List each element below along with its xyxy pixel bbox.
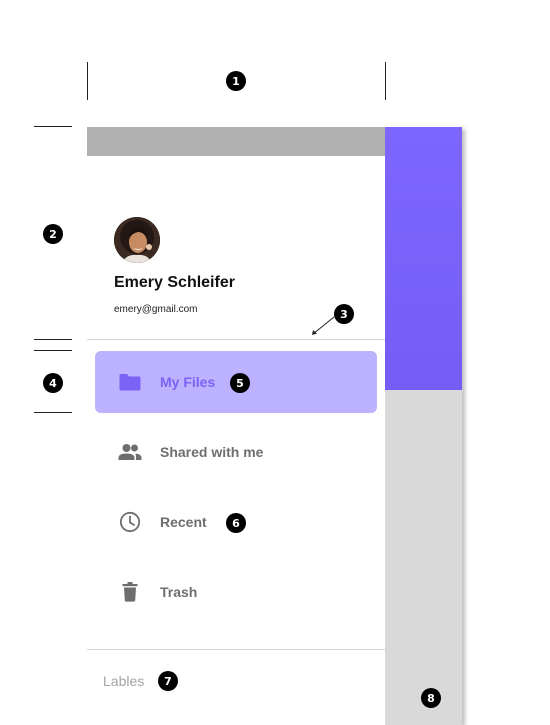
header-guide-top	[34, 126, 72, 127]
item-guide-top	[34, 350, 72, 351]
user-name: Emery Schleifer	[114, 274, 235, 291]
nav-item-label: Trash	[160, 584, 198, 600]
header-divider	[87, 339, 385, 340]
clock-icon	[117, 509, 143, 535]
nav-item-label: Recent	[160, 514, 207, 530]
annotation-badge-5: 5	[230, 373, 250, 393]
width-guide-left	[87, 62, 88, 100]
width-guide-right	[385, 62, 386, 100]
avatar-photo	[114, 217, 160, 263]
nav-item-shared-with-me[interactable]: Shared with me	[95, 421, 377, 483]
avatar[interactable]	[114, 217, 160, 263]
labels-section-heading: Lables	[103, 673, 145, 689]
nav-item-label: My Files	[160, 374, 216, 390]
annotation-badge-4: 4	[43, 373, 63, 393]
background-screen-header	[385, 127, 462, 390]
annotation-badge-8: 8	[421, 688, 441, 708]
annotation-arrow	[312, 316, 335, 335]
navigation-drawer: Emery Schleifer emery@gmail.com My Files…	[87, 127, 385, 725]
trash-icon	[117, 579, 143, 605]
annotation-badge-3: 3	[334, 304, 354, 324]
header-guide-bottom	[34, 339, 72, 340]
nav-item-trash[interactable]: Trash	[95, 561, 377, 623]
annotation-badge-6: 6	[226, 513, 246, 533]
annotation-badge-2: 2	[43, 224, 63, 244]
people-icon	[117, 439, 143, 465]
labels-divider	[87, 649, 385, 650]
nav-item-label: Shared with me	[160, 444, 264, 460]
status-bar	[87, 127, 385, 156]
annotation-badge-7: 7	[158, 671, 178, 691]
user-email: emery@gmail.com	[114, 304, 198, 315]
annotation-badge-1: 1	[226, 71, 246, 91]
item-guide-bottom	[34, 412, 72, 413]
folder-icon	[117, 369, 143, 395]
